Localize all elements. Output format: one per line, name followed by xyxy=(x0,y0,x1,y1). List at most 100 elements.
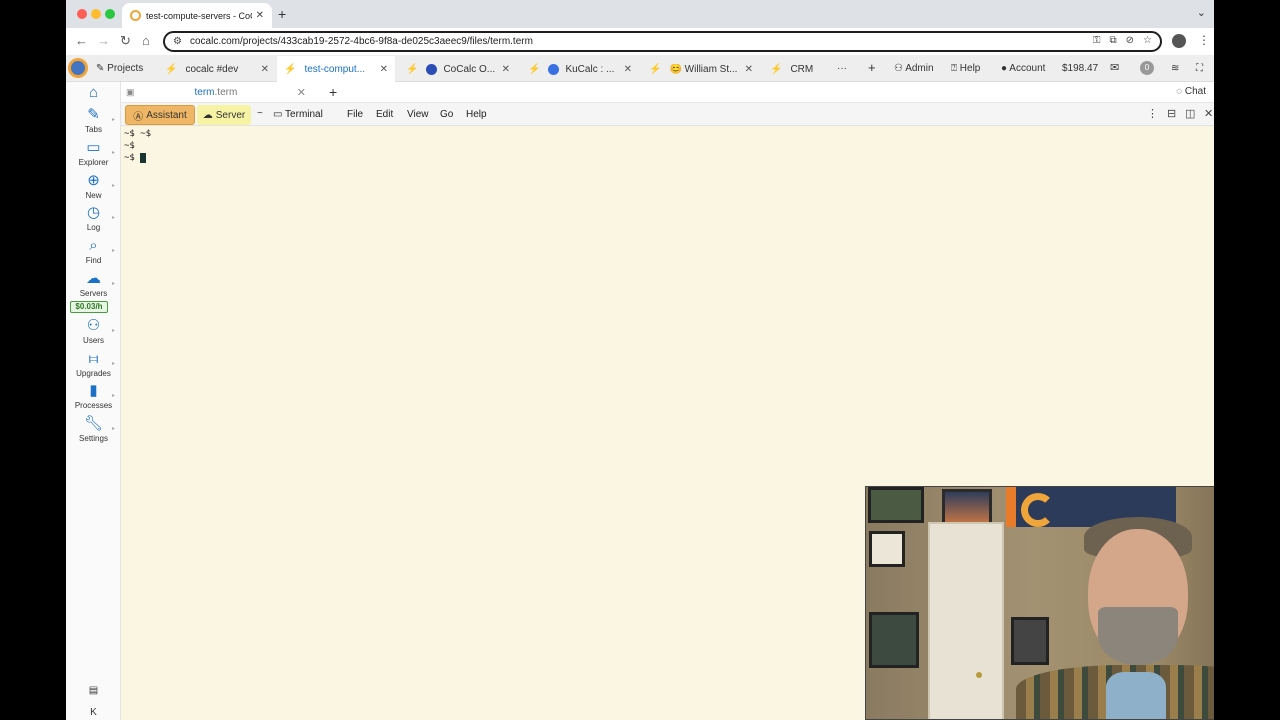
expand-arrow-icon[interactable]: ▸ xyxy=(112,327,115,334)
browser-tab-active[interactable]: test-compute-servers - CoCalc ✕ xyxy=(122,3,272,28)
chat-button[interactable]: ◌ Chat xyxy=(1176,86,1206,97)
split-vertical-icon[interactable]: ◫ xyxy=(1185,107,1195,120)
sparkle-icon: ⚡ xyxy=(406,63,419,75)
admin-link[interactable]: ⚇ Admin xyxy=(894,63,934,74)
new-tab-button[interactable]: + xyxy=(278,6,286,22)
close-tab-icon[interactable]: ✕ xyxy=(261,64,269,75)
terminal-line: ~$ xyxy=(124,152,1211,164)
add-project-tab-button[interactable]: + xyxy=(868,60,876,75)
current-directory[interactable]: ~ xyxy=(257,108,263,119)
tab-search-chevron-icon[interactable]: ⌄ xyxy=(1197,6,1206,19)
close-tab-icon[interactable]: ✕ xyxy=(256,10,264,21)
wall-picture xyxy=(868,487,924,523)
expand-arrow-icon[interactable]: ▸ xyxy=(112,392,115,399)
terminal-line: ~$ ~$ xyxy=(124,129,152,139)
browser-menu-icon[interactable]: ⋮ xyxy=(1198,33,1210,47)
account-link[interactable]: ● Account xyxy=(1001,63,1045,74)
globe-icon xyxy=(426,63,438,75)
close-tab-icon[interactable]: ✕ xyxy=(745,64,753,75)
close-file-tab-icon[interactable]: ✕ xyxy=(297,86,306,99)
expand-arrow-icon[interactable]: ▸ xyxy=(112,214,115,221)
back-arrow-icon[interactable]: ← xyxy=(75,33,88,48)
assistant-button[interactable]: Ⓐ Assistant xyxy=(125,105,195,125)
help-link[interactable]: ⍰ Help xyxy=(951,63,980,74)
project-tab-test-compute[interactable]: ⚡ test-comput... ✕ xyxy=(277,56,395,82)
balance-display[interactable]: $198.47 xyxy=(1062,63,1098,74)
projects-link[interactable]: ✎ Projects xyxy=(96,63,143,74)
expand-arrow-icon[interactable]: ▸ xyxy=(112,360,115,367)
more-options-icon[interactable]: ⋮ xyxy=(1147,107,1158,120)
expand-arrow-icon[interactable]: ▸ xyxy=(112,116,115,123)
minimize-window-button[interactable] xyxy=(91,9,101,19)
eye-off-icon[interactable]: ⊘ xyxy=(1126,35,1134,46)
project-tab-kucalc[interactable]: ⚡ KuCalc : ... ✕ xyxy=(521,56,639,82)
site-info-icon[interactable]: ⚙ xyxy=(173,36,182,47)
wifi-icon: ≋ xyxy=(1171,63,1180,74)
forward-arrow-icon[interactable]: → xyxy=(97,33,110,48)
split-horizontal-icon[interactable]: ⊟ xyxy=(1167,107,1176,120)
close-tab-icon[interactable]: ✕ xyxy=(502,64,510,75)
project-sidebar: ⌂ ✎ Tabs ▸ ▭ Explorer ▸ ⊕ New ▸ ◷ Log ▸ … xyxy=(66,82,121,720)
browser-window: test-compute-servers - CoCalc ✕ + ⌄ ← → … xyxy=(66,0,1214,720)
key-icon[interactable]: ⚿ xyxy=(1093,35,1101,46)
menu-edit[interactable]: Edit xyxy=(376,109,393,120)
sidebar-item-home[interactable]: ⌂ xyxy=(66,84,121,102)
cocalc-favicon-icon xyxy=(130,10,141,21)
expand-arrow-icon[interactable]: ▸ xyxy=(112,425,115,432)
project-tab-cocalc-o[interactable]: ⚡ CoCalc O... ✕ xyxy=(399,56,517,82)
expand-arrow-icon[interactable]: ▸ xyxy=(112,280,115,287)
notifications-badge[interactable]: 0 xyxy=(1140,61,1154,75)
collapse-sidebar-button[interactable]: K xyxy=(66,707,121,718)
door xyxy=(928,522,1004,719)
cocalc-logo-icon xyxy=(1021,493,1055,527)
server-cost-badge: $0.03/h xyxy=(70,301,108,313)
browser-toolbar: ← → ↻ ⌂ ⚙ cocalc.com/projects/433cab19-2… xyxy=(66,28,1214,55)
more-tabs-button[interactable]: ··· xyxy=(837,63,847,74)
reload-icon[interactable]: ↻ xyxy=(120,33,131,49)
menu-file[interactable]: File xyxy=(347,109,363,120)
address-bar[interactable]: ⚙ cocalc.com/projects/433cab19-2572-4bc6… xyxy=(163,31,1162,52)
project-tab-cocalc-dev[interactable]: ⚡ cocalc #dev ✕ xyxy=(158,56,276,82)
layout-toggle-icon[interactable]: ▤ xyxy=(66,685,121,696)
close-tab-icon[interactable]: ✕ xyxy=(380,64,388,75)
sparkle-icon: ⚡ xyxy=(770,63,783,75)
compute-server-button[interactable]: ☁ Server xyxy=(197,105,251,125)
bookmark-star-icon[interactable]: ☆ xyxy=(1143,35,1152,46)
menu-go[interactable]: Go xyxy=(440,109,453,120)
wall-picture xyxy=(869,612,919,668)
presenter-beard xyxy=(1098,607,1178,665)
new-file-tab-button[interactable]: + xyxy=(329,84,337,100)
home-icon[interactable]: ⌂ xyxy=(142,33,150,48)
file-tab-bar: ▣ term.term ✕ + ◌ Chat xyxy=(121,82,1214,103)
menu-terminal[interactable]: ▭ Terminal xyxy=(273,109,323,120)
project-tab-william[interactable]: ⚡ 😊 William St... ✕ xyxy=(642,56,760,82)
cocalc-logo-icon[interactable] xyxy=(68,58,88,78)
banner-stripe xyxy=(1006,487,1016,527)
wall-picture xyxy=(869,531,905,567)
sparkle-icon: ⚡ xyxy=(165,63,178,75)
presenter-tshirt xyxy=(1106,672,1166,719)
home-icon: ⌂ xyxy=(88,84,99,101)
profile-avatar[interactable] xyxy=(1172,34,1186,48)
sparkle-icon: ⚡ xyxy=(284,63,297,75)
close-frame-icon[interactable]: ✕ xyxy=(1204,107,1213,120)
server-icon: ☁ xyxy=(202,109,213,121)
menu-help[interactable]: Help xyxy=(466,109,487,120)
maximize-window-button[interactable] xyxy=(105,9,115,19)
kube-icon xyxy=(548,63,560,75)
webcam-overlay xyxy=(865,486,1214,720)
expand-arrow-icon[interactable]: ▸ xyxy=(112,247,115,254)
terminal-line: ~$ xyxy=(124,141,135,151)
file-tab-term[interactable]: ▣ term.term ✕ xyxy=(121,82,311,103)
close-window-button[interactable] xyxy=(77,9,87,19)
menu-view[interactable]: View xyxy=(407,109,429,120)
project-tab-crm[interactable]: ⚡ CRM xyxy=(763,56,833,82)
omnibox-actions: ⚿ ⧉ ⊘ ☆ xyxy=(1093,35,1152,46)
fullscreen-icon[interactable]: ⛶ xyxy=(1196,63,1203,74)
close-tab-icon[interactable]: ✕ xyxy=(624,64,632,75)
expand-arrow-icon[interactable]: ▸ xyxy=(112,149,115,156)
expand-arrow-icon[interactable]: ▸ xyxy=(112,182,115,189)
mail-icon[interactable]: ✉ xyxy=(1110,61,1119,74)
install-app-icon[interactable]: ⧉ xyxy=(1110,35,1117,46)
url-text: cocalc.com/projects/433cab19-2572-4bc6-9… xyxy=(189,36,533,47)
